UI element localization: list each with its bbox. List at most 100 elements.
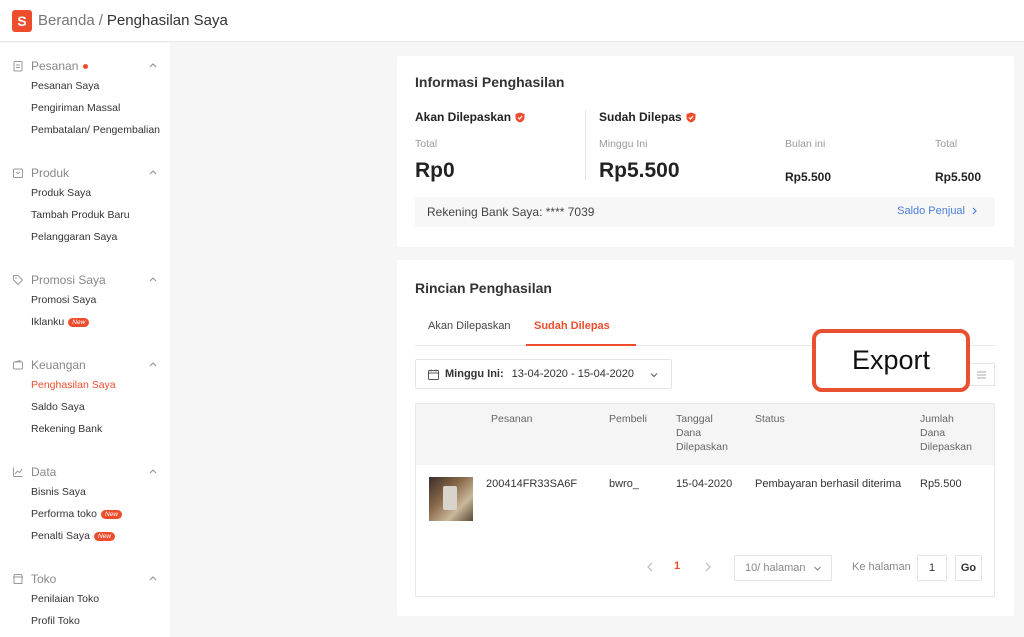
page-number-current[interactable]: 1 (674, 560, 680, 572)
sidebar-item-promosi-saya[interactable]: Promosi Saya (0, 289, 170, 311)
sidebar-section-header[interactable]: Produk (0, 164, 170, 182)
sidebar-section-produk: Produk Produk Saya Tambah Produk Baru Pe… (0, 164, 170, 248)
calendar-icon (428, 369, 439, 380)
chevron-down-icon (814, 566, 821, 571)
sidebar-item-bisnis-saya[interactable]: Bisnis Saya (0, 481, 170, 503)
tag-icon (12, 274, 24, 286)
sidebar-item-pesanan-saya[interactable]: Pesanan Saya (0, 75, 170, 97)
sidebar-section-header[interactable]: Keuangan (0, 356, 170, 374)
chevron-up-icon[interactable] (148, 359, 158, 369)
sidebar-item-penilaian-toko[interactable]: Penilaian Toko (0, 588, 170, 610)
sidebar-section-header[interactable]: Data (0, 463, 170, 481)
sidebar-item-iklanku[interactable]: Iklanku New (0, 311, 170, 333)
sidebar-item-penghasilan-saya[interactable]: Penghasilan Saya (0, 374, 170, 396)
pagination: 1 10/ halaman Ke halaman Go (416, 555, 994, 581)
sidebar-section-title: Produk (31, 166, 70, 180)
pending-total-label: Total (415, 138, 438, 150)
sidebar-item-rekening-bank[interactable]: Rekening Bank (0, 418, 170, 440)
sidebar-section-data: Data Bisnis Saya Performa toko New Penalt… (0, 463, 170, 547)
release-amount: Rp5.500 (920, 478, 962, 490)
income-detail-title: Rincian Penghasilan (415, 280, 552, 296)
divider (585, 110, 586, 180)
tab-akan-dilepaskan[interactable]: Akan Dilepaskan (428, 320, 511, 332)
wallet-icon (12, 359, 24, 371)
store-icon (12, 573, 24, 585)
new-badge: New (93, 531, 115, 541)
date-range-select[interactable]: Minggu Ini: 13-04-2020 - 15-04-2020 (415, 359, 672, 389)
buyer-name: bwro_ (609, 478, 639, 490)
goto-page-input[interactable] (917, 555, 947, 581)
table-header: Pesanan Pembeli Tanggal Dana Dilepaskan … (416, 404, 994, 465)
export-button[interactable]: Export (812, 329, 970, 392)
sidebar-item-profil-toko[interactable]: Profil Toko (0, 610, 170, 632)
new-badge: New (68, 317, 90, 327)
sidebar-section-keuangan: Keuangan Penghasilan Saya Saldo Saya Rek… (0, 356, 170, 440)
column-header-date: Tanggal Dana Dilepaskan (676, 413, 728, 453)
release-date: 15-04-2020 (676, 478, 733, 490)
sidebar-item-performa-toko[interactable]: Performa toko New (0, 503, 170, 525)
sidebar-section-title: Data (31, 465, 57, 479)
chevron-up-icon[interactable] (148, 573, 158, 583)
chevron-up-icon[interactable] (148, 466, 158, 476)
released-week-label: Minggu Ini (599, 138, 648, 150)
sidebar-section-promosi: Promosi Saya Promosi Saya Iklanku New (0, 271, 170, 333)
list-view-button[interactable] (968, 363, 995, 386)
clipboard-icon (12, 60, 24, 72)
shield-icon[interactable] (515, 112, 525, 123)
sidebar-item-pembatalan[interactable]: Pembatalan/ Pengembalian (0, 119, 170, 141)
sidebar-item-penalti-saya[interactable]: Penalti Saya New (0, 525, 170, 547)
released-label: Sudah Dilepas (599, 110, 696, 124)
income-table: Pesanan Pembeli Tanggal Dana Dilepaskan … (415, 403, 995, 597)
sidebar-section-title: Toko (31, 572, 57, 586)
sidebar-item-pelanggaran[interactable]: Pelanggaran Saya (0, 226, 170, 248)
chevron-left-icon[interactable] (646, 561, 656, 573)
date-filter-label: Minggu Ini: (445, 368, 504, 380)
sidebar-section-header[interactable]: Promosi Saya (0, 271, 170, 289)
go-button[interactable]: Go (955, 555, 982, 581)
chevron-up-icon[interactable] (148, 60, 158, 70)
released-month-value: Rp5.500 (785, 170, 832, 184)
payment-status: Pembayaran berhasil diterima (755, 478, 902, 490)
chevron-up-icon[interactable] (148, 167, 158, 177)
pending-label: Akan Dilepaskan (415, 110, 525, 124)
goto-page-label: Ke halaman (852, 561, 911, 573)
sidebar-section-header[interactable]: Pesanan (0, 57, 170, 75)
income-detail-card: Rincian Penghasilan Akan Dilepaskan Suda… (397, 260, 1014, 616)
product-thumbnail[interactable] (429, 477, 473, 521)
breadcrumb-current: Penghasilan Saya (106, 12, 228, 29)
bank-account-bar: Rekening Bank Saya: **** 7039 Saldo Penj… (415, 197, 995, 227)
shopee-logo-icon[interactable]: S (12, 9, 32, 32)
top-bar: S Beranda / Penghasilan Saya (0, 0, 1024, 42)
chevron-right-icon[interactable] (702, 561, 712, 573)
shield-icon[interactable] (686, 112, 696, 123)
sidebar-item-saldo-saya[interactable]: Saldo Saya (0, 396, 170, 418)
list-icon (977, 371, 986, 378)
chart-icon (12, 466, 24, 478)
page-size-select[interactable]: 10/ halaman (734, 555, 832, 581)
sidebar-section-header[interactable]: Toko (0, 570, 170, 588)
tab-sudah-dilepas[interactable]: Sudah Dilepas (534, 320, 610, 332)
sidebar-section-title: Promosi Saya (31, 273, 106, 287)
sidebar-section-pesanan: Pesanan Pesanan Saya Pengiriman Massal P… (0, 57, 170, 141)
order-id[interactable]: 200414FR33SA6F (486, 478, 577, 490)
breadcrumb-home[interactable]: Beranda (38, 12, 95, 29)
chevron-right-icon (972, 207, 977, 215)
sidebar-section-toko: Toko Penilaian Toko Profil Toko (0, 570, 170, 632)
new-badge: New (100, 509, 122, 519)
released-month-label: Bulan ini (785, 138, 826, 150)
chevron-up-icon[interactable] (148, 274, 158, 284)
sidebar: Pesanan Pesanan Saya Pengiriman Massal P… (0, 43, 170, 637)
released-total-label: Total (935, 138, 958, 150)
bank-account-text: Rekening Bank Saya: **** 7039 (427, 205, 595, 219)
released-week-value: Rp5.500 (599, 159, 680, 182)
seller-balance-link[interactable]: Saldo Penjual (897, 205, 979, 217)
box-icon (12, 167, 24, 179)
income-info-title: Informasi Penghasilan (415, 74, 565, 90)
breadcrumb-separator: / (98, 12, 103, 29)
sidebar-item-produk-saya[interactable]: Produk Saya (0, 182, 170, 204)
date-filter-range: 13-04-2020 - 15-04-2020 (511, 368, 634, 380)
sidebar-section-title: Keuangan (31, 358, 86, 372)
sidebar-item-tambah-produk[interactable]: Tambah Produk Baru (0, 204, 170, 226)
column-header-buyer: Pembeli (609, 413, 647, 425)
sidebar-item-pengiriman-massal[interactable]: Pengiriman Massal (0, 97, 170, 119)
